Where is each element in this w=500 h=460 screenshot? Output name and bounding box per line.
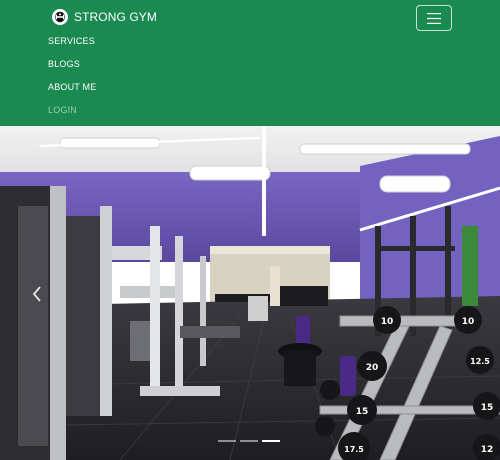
weight-label: 20 — [366, 363, 379, 373]
hero-carousel: 10 10 12.5 20 15 15 17.5 12 — [0, 126, 500, 460]
nav-item-login[interactable]: LOGIN — [48, 103, 96, 126]
navbar-toggler-button[interactable] — [416, 5, 452, 31]
weight-label: 17.5 — [344, 445, 364, 454]
weight-label: 12 — [481, 445, 494, 455]
carousel-prev-button[interactable] — [30, 284, 44, 304]
weight-label: 10 — [381, 317, 394, 327]
nav-menu: SERVICES BLOGS ABOUT ME LOGIN — [48, 34, 96, 126]
weight-label: 15 — [356, 407, 369, 417]
nav-item-services[interactable]: SERVICES — [48, 34, 96, 57]
weight-label: 15 — [481, 403, 494, 413]
carousel-indicators — [218, 440, 280, 442]
hamburger-menu-icon — [427, 12, 441, 24]
nav-item-about-me[interactable]: ABOUT ME — [48, 80, 96, 103]
weight-label: 10 — [462, 317, 475, 327]
gym-interior-image: 10 10 12.5 20 15 15 17.5 12 — [0, 126, 500, 460]
carousel-indicator-2[interactable] — [240, 440, 258, 442]
brand-name: STRONG GYM — [74, 10, 158, 24]
gym-logo-icon — [52, 9, 68, 25]
carousel-indicator-1[interactable] — [218, 440, 236, 442]
weight-label: 12.5 — [470, 357, 490, 366]
chevron-left-icon — [32, 286, 41, 302]
navbar: STRONG GYM SERVICES BLOGS ABOUT ME LOGIN — [0, 0, 500, 126]
brand[interactable]: STRONG GYM — [52, 8, 157, 26]
nav-item-blogs[interactable]: BLOGS — [48, 57, 96, 80]
carousel-indicator-3[interactable] — [262, 440, 280, 442]
